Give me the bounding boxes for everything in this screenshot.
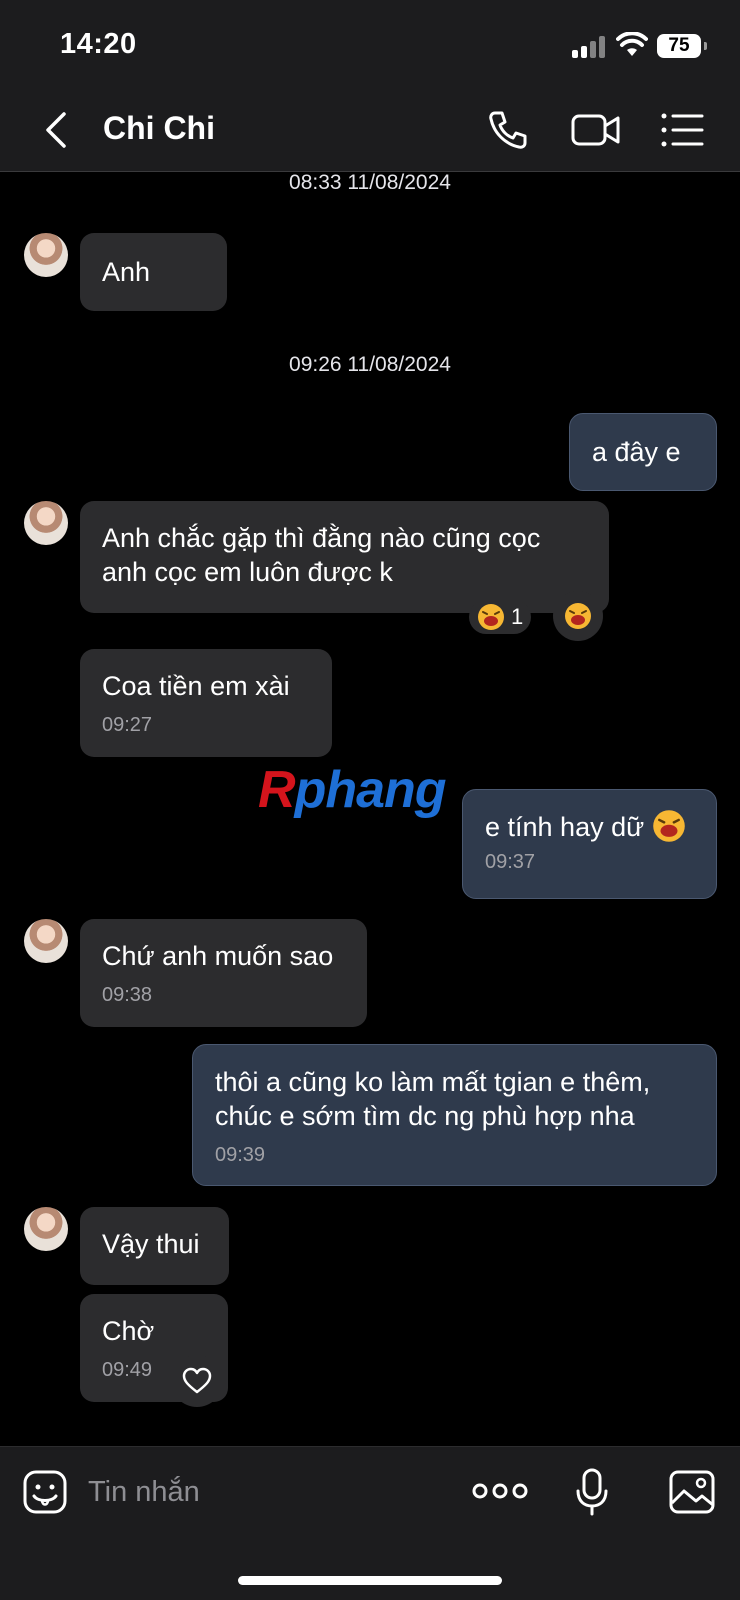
home-indicator <box>238 1576 502 1585</box>
date-separator: 08:33 11/08/2024 <box>289 171 451 194</box>
menu-list-icon[interactable] <box>660 110 704 150</box>
message-bubble-received[interactable]: Coa tiền em xài 09:27 <box>80 649 332 757</box>
message-text: Anh <box>102 257 151 287</box>
avatar[interactable] <box>24 1207 68 1251</box>
battery-indicator: 75 <box>657 34 707 58</box>
message-time: 09:27 <box>102 714 153 736</box>
laughing-face-icon <box>478 604 504 630</box>
avatar[interactable] <box>24 233 68 277</box>
avatar[interactable] <box>24 501 68 545</box>
message-list[interactable]: 08:33 11/08/2024 Anh 09:26 11/08/2024 a … <box>0 171 740 1446</box>
date-separator: 09:26 11/08/2024 <box>289 353 451 376</box>
message-time: 09:37 <box>485 851 536 873</box>
message-text: Chờ <box>102 1316 155 1346</box>
image-gallery-icon[interactable] <box>668 1469 716 1515</box>
message-time: 09:39 <box>215 1144 266 1166</box>
back-button[interactable] <box>38 108 74 152</box>
message-text: Chứ anh muốn sao <box>102 941 334 971</box>
message-bubble-received[interactable]: Anh chắc gặp thì đằng nào cũng cọc anh c… <box>80 501 609 613</box>
cellular-signal-icon <box>572 36 606 58</box>
message-bubble-sent[interactable]: a đây e <box>569 413 717 491</box>
message-text: Vậy thui <box>102 1229 200 1259</box>
chat-header: Chi Chi <box>0 90 740 172</box>
reaction-summary[interactable]: 1 <box>469 600 532 634</box>
message-input[interactable] <box>88 1469 448 1515</box>
message-text: thôi a cũng ko làm mất tgian e thêm, chú… <box>215 1067 651 1131</box>
message-text: Anh chắc gặp thì đằng nào cũng cọc anh c… <box>102 523 541 587</box>
status-time: 14:20 <box>60 28 137 60</box>
message-bubble-sent[interactable]: e tính hay dữ 09:37 <box>462 789 717 899</box>
contact-name[interactable]: Chi Chi <box>103 110 215 147</box>
laughing-face-icon <box>652 810 685 842</box>
add-reaction-button[interactable] <box>553 591 603 641</box>
sticker-icon[interactable] <box>22 1469 68 1515</box>
wifi-icon <box>616 32 648 56</box>
microphone-icon[interactable] <box>574 1467 610 1517</box>
reaction-count: 1 <box>511 604 524 629</box>
like-heart-button[interactable] <box>171 1355 223 1407</box>
message-bubble-received[interactable]: Vậy thui <box>80 1207 229 1285</box>
laughing-face-icon <box>565 603 591 629</box>
message-text: Coa tiền em xài <box>102 671 290 701</box>
message-bubble-sent[interactable]: thôi a cũng ko làm mất tgian e thêm, chú… <box>192 1044 717 1186</box>
composer-bar <box>0 1446 740 1600</box>
message-text: a đây e <box>592 437 681 467</box>
watermark-logo: Rphang <box>258 761 447 819</box>
phone-call-icon[interactable] <box>486 108 530 152</box>
message-bubble-received[interactable]: Chứ anh muốn sao 09:38 <box>80 919 367 1027</box>
message-time: 09:38 <box>102 984 153 1006</box>
more-options-icon[interactable] <box>472 1479 528 1503</box>
heart-icon <box>182 1367 212 1394</box>
avatar[interactable] <box>24 919 68 963</box>
message-text: e tính hay dữ <box>485 812 645 842</box>
video-call-icon[interactable] <box>570 108 622 152</box>
message-bubble-received[interactable]: Anh <box>80 233 227 311</box>
status-bar: 14:20 75 <box>0 0 740 90</box>
